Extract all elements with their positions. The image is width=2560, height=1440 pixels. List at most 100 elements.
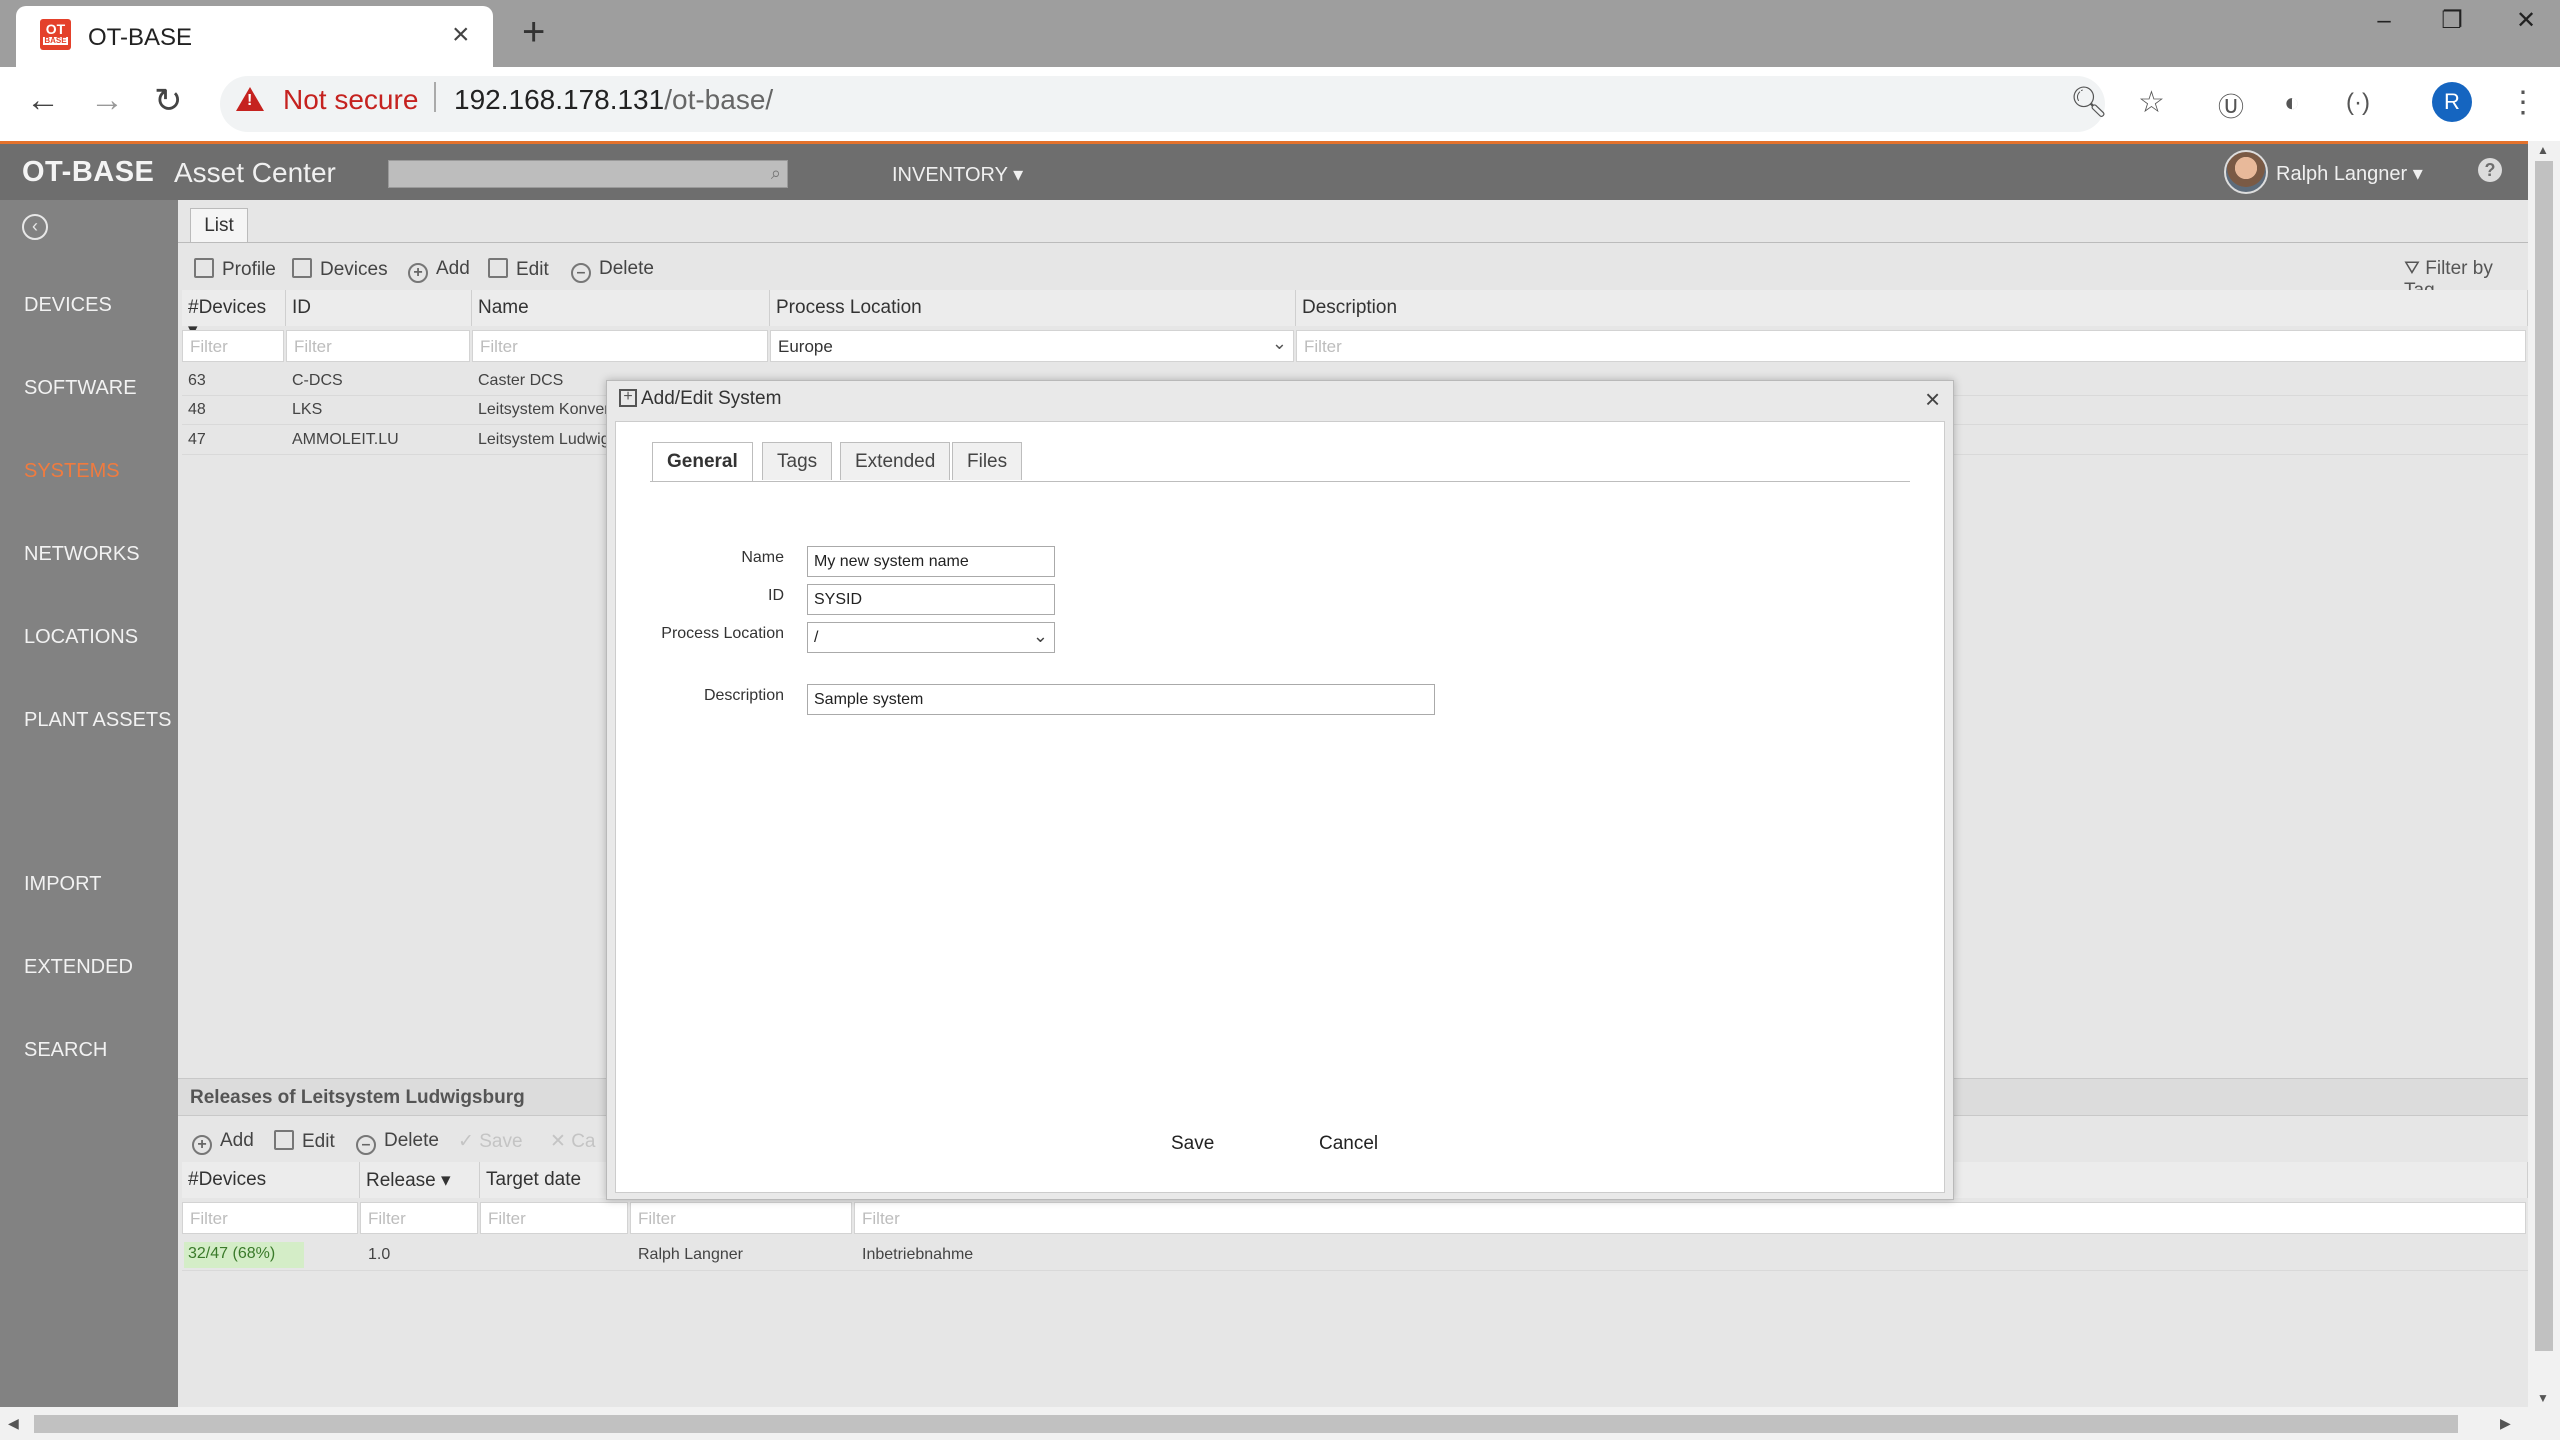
release-filter-target-date[interactable]: Filter xyxy=(480,1202,628,1234)
sidebar-item-networks[interactable]: NETWORKS xyxy=(24,543,140,566)
tab-divider xyxy=(650,481,1910,482)
name-input[interactable]: My new system name xyxy=(807,546,1055,577)
release-column-release[interactable]: Release ▾ xyxy=(360,1162,480,1198)
column-header-id[interactable]: ID xyxy=(286,290,472,326)
extension-u-icon[interactable]: Ⓤ xyxy=(2218,87,2244,124)
extension-circle-icon[interactable]: ◐ xyxy=(2284,87,2300,118)
minimize-window-icon[interactable]: – xyxy=(2350,0,2418,42)
add-button[interactable]: + Add xyxy=(408,258,470,283)
filter-name-input[interactable]: Filter xyxy=(472,330,768,362)
sidebar-item-locations[interactable]: LOCATIONS xyxy=(24,626,138,649)
release-filter-devices[interactable]: Filter xyxy=(182,1202,358,1234)
id-input[interactable]: SYSID xyxy=(807,584,1055,615)
user-menu[interactable]: Ralph Langner ▾ xyxy=(2276,161,2423,186)
sidebar-item-systems[interactable]: SYSTEMS xyxy=(24,460,120,483)
dialog-title: Add/Edit System xyxy=(641,388,782,409)
brand-logo[interactable]: OT-BASE xyxy=(22,156,154,189)
browser-tabstrip: OT BASE OT-BASE × + – ❐ ✕ xyxy=(0,0,2560,67)
zoom-icon[interactable]: 🔍︎ xyxy=(2070,85,2108,120)
sidebar-item-import[interactable]: IMPORT xyxy=(24,873,101,896)
forward-arrow-icon[interactable]: → xyxy=(90,81,124,120)
release-edit-button[interactable]: Edit xyxy=(274,1130,335,1153)
release-filter-release[interactable]: Filter xyxy=(360,1202,478,1234)
sidebar-item-software[interactable]: SOFTWARE xyxy=(24,377,137,400)
tab-files[interactable]: Files xyxy=(952,442,1023,480)
tab-extended[interactable]: Extended xyxy=(840,442,951,480)
filter-devices-input[interactable]: Filter xyxy=(182,330,284,362)
scroll-left-icon[interactable]: ◀ xyxy=(8,1415,19,1432)
cancel-button[interactable]: Cancel xyxy=(1319,1133,1378,1155)
process-location-select[interactable]: / ⌄ xyxy=(807,622,1055,653)
search-icon[interactable]: ⌕ xyxy=(771,163,781,184)
row-2-id: LKS xyxy=(292,401,323,418)
delete-button[interactable]: – Delete xyxy=(571,258,654,283)
vertical-scroll-thumb[interactable] xyxy=(2535,161,2553,1351)
global-search-input[interactable]: ⌕ xyxy=(388,160,788,188)
column-header-process-location[interactable]: Process Location xyxy=(770,290,1296,326)
release-filter-status[interactable]: Filter xyxy=(854,1202,2526,1234)
sidebar-item-plant-assets[interactable]: PLANT ASSETS xyxy=(24,709,171,732)
edit-button[interactable]: Edit xyxy=(488,258,549,281)
release-add-button[interactable]: + Add xyxy=(192,1130,254,1155)
column-header-name[interactable]: Name xyxy=(472,290,770,326)
bookmark-star-icon[interactable]: ☆ xyxy=(2138,85,2165,120)
devices-icon xyxy=(292,258,312,278)
restore-window-icon[interactable]: ❐ xyxy=(2418,0,2486,42)
release-filter-owner[interactable]: Filter xyxy=(630,1202,852,1234)
sidebar-item-devices[interactable]: DEVICES xyxy=(24,294,112,317)
kebab-menu-icon[interactable]: ⋮ xyxy=(2508,85,2538,120)
filter-description-input[interactable]: Filter xyxy=(1296,330,2526,362)
release-delete-button[interactable]: – Delete xyxy=(356,1130,439,1155)
user-avatar[interactable] xyxy=(2224,150,2268,194)
inventory-menu[interactable]: INVENTORY ▾ xyxy=(892,162,1023,187)
release-save-button[interactable]: ✓ Save xyxy=(458,1130,523,1153)
browser-tab[interactable]: OT BASE OT-BASE × xyxy=(16,6,493,67)
description-input[interactable]: Sample system xyxy=(807,684,1435,715)
release-cancel-button[interactable]: ✕ Ca xyxy=(550,1130,596,1153)
close-window-icon[interactable]: ✕ xyxy=(2492,0,2560,42)
security-label[interactable]: Not secure xyxy=(283,84,418,116)
collapse-sidebar-icon[interactable]: ‹ xyxy=(22,214,48,240)
profile-button[interactable]: Profile xyxy=(194,258,276,281)
delete-icon: – xyxy=(356,1135,376,1155)
profile-avatar[interactable]: R xyxy=(2432,82,2472,122)
browser-toolbar: ← → ↻ ! Not secure 192.168.178.131/ot-ba… xyxy=(0,67,2560,141)
row-3-id: AMMOLEIT.LU xyxy=(292,431,399,448)
row-2-name: Leitsystem Konvert xyxy=(478,401,615,418)
filter-process-location-select[interactable]: Europe ⌄ xyxy=(770,330,1294,362)
url-text[interactable]: 192.168.178.131/ot-base/ xyxy=(454,84,773,116)
tab-tags[interactable]: Tags xyxy=(762,442,833,480)
reload-icon[interactable]: ↻ xyxy=(154,81,183,121)
sidebar-item-search[interactable]: SEARCH xyxy=(24,1039,107,1062)
scroll-down-icon[interactable]: ▼ xyxy=(2537,1391,2549,1405)
new-tab-icon[interactable]: + xyxy=(522,10,545,55)
release-column-devices[interactable]: #Devices xyxy=(182,1162,360,1198)
extension-code-icon[interactable]: (·) xyxy=(2346,89,2370,117)
devices-button[interactable]: Devices xyxy=(292,258,388,281)
help-icon[interactable]: ? xyxy=(2478,158,2502,182)
sidebar-item-extended[interactable]: EXTENDED xyxy=(24,956,133,979)
row-1-id: C-DCS xyxy=(292,372,343,389)
profile-icon xyxy=(194,258,214,278)
scroll-right-icon[interactable]: ▶ xyxy=(2500,1415,2511,1432)
tab-list[interactable]: List xyxy=(190,208,248,242)
url-separator xyxy=(434,82,436,112)
close-dialog-icon[interactable]: × xyxy=(1925,384,1940,415)
save-button[interactable]: Save xyxy=(1171,1133,1214,1155)
scroll-up-icon[interactable]: ▲ xyxy=(2537,143,2549,157)
release-status: Inbetriebnahme xyxy=(862,1246,974,1263)
filter-id-input[interactable]: Filter xyxy=(286,330,470,362)
column-header-description[interactable]: Description xyxy=(1296,290,2528,326)
x-icon: ✕ xyxy=(550,1131,572,1152)
close-tab-icon[interactable]: × xyxy=(452,18,470,52)
back-arrow-icon[interactable]: ← xyxy=(26,81,60,120)
column-header-devices[interactable]: #Devices ▾ xyxy=(182,290,286,341)
checkmark-icon: ✓ xyxy=(458,1131,480,1152)
vertical-scrollbar[interactable]: ▲ ▼ xyxy=(2528,141,2560,1407)
horizontal-scrollbar[interactable]: ◀ ▶ xyxy=(0,1407,2560,1440)
chevron-down-icon: ⌄ xyxy=(1032,626,1048,646)
horizontal-scroll-thumb[interactable] xyxy=(34,1415,2458,1433)
edit-icon xyxy=(274,1130,294,1150)
add-window-icon: + xyxy=(619,389,637,407)
tab-general[interactable]: General xyxy=(652,442,753,482)
